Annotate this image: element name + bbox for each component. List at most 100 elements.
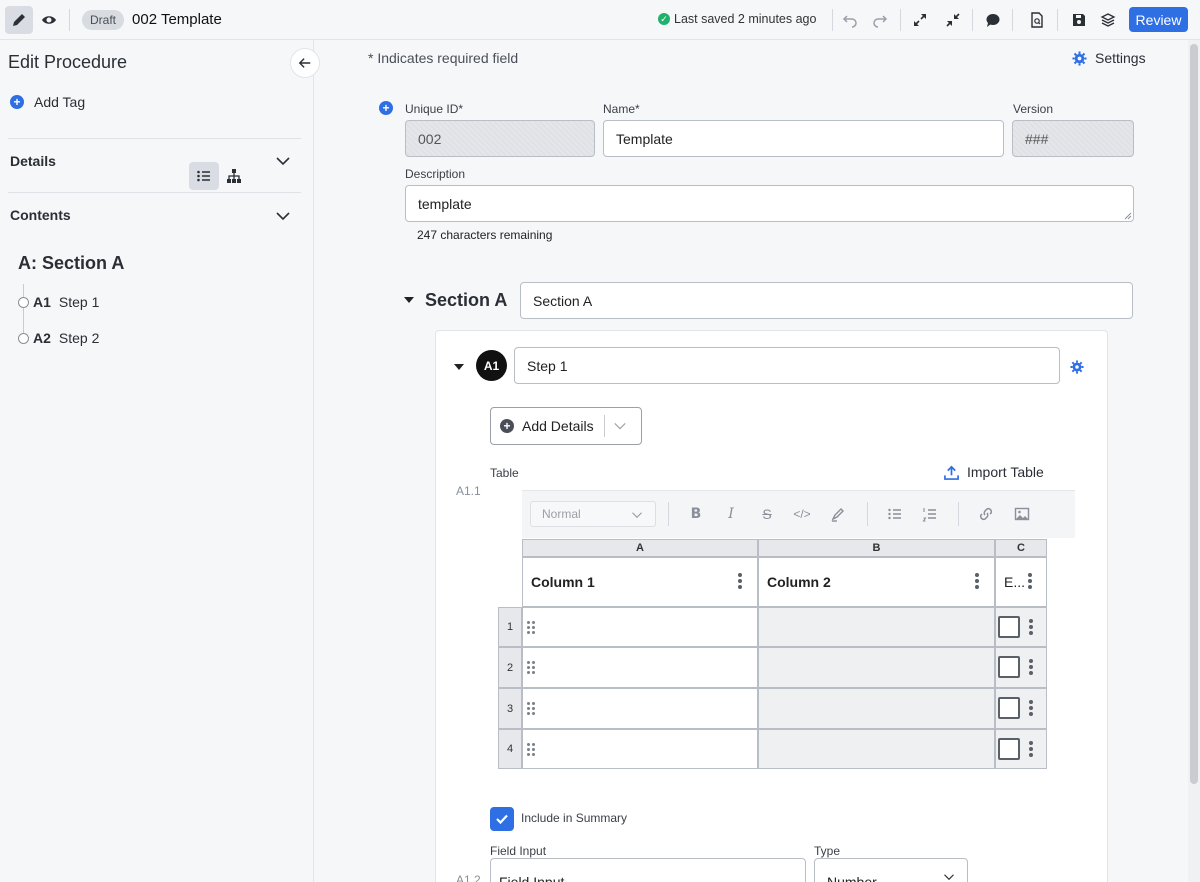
column-menu-icon[interactable] xyxy=(1028,573,1032,589)
collapse-sidebar-button[interactable] xyxy=(290,48,320,78)
layers-button[interactable] xyxy=(1094,6,1122,34)
section-name-input[interactable]: Section A xyxy=(520,282,1133,319)
outline-section-heading[interactable]: A: Section A xyxy=(18,253,124,274)
row-checkbox[interactable] xyxy=(998,656,1020,678)
row-menu-icon[interactable] xyxy=(1029,619,1033,635)
table-cell[interactable] xyxy=(522,607,758,647)
gear-icon[interactable] xyxy=(1070,360,1084,374)
table-cell[interactable] xyxy=(522,647,758,688)
review-button[interactable]: Review xyxy=(1129,7,1188,32)
file-search-icon xyxy=(1031,12,1043,28)
collapse-all-button[interactable] xyxy=(939,6,967,34)
preview-mode-button[interactable] xyxy=(35,6,63,34)
redo-button[interactable] xyxy=(866,6,894,34)
resize-handle-icon[interactable] xyxy=(1124,212,1132,220)
table-cell[interactable] xyxy=(758,607,995,647)
table-index: A1.1 xyxy=(456,484,481,498)
step-number-badge: A1 xyxy=(476,350,507,381)
scrollbar-thumb[interactable] xyxy=(1190,44,1198,784)
numbered-list-icon[interactable] xyxy=(922,506,938,522)
column-name-header[interactable]: Column 2 xyxy=(758,557,995,607)
drag-handle-icon[interactable] xyxy=(527,702,535,715)
bullet-list-icon[interactable] xyxy=(887,506,903,522)
details-section-toggle[interactable]: Details xyxy=(10,153,56,169)
outline-step-item[interactable]: A1 Step 1 xyxy=(18,294,99,310)
include-summary-checkbox[interactable] xyxy=(490,807,514,831)
drag-handle-icon[interactable] xyxy=(527,621,535,634)
drag-handle-icon[interactable] xyxy=(527,661,535,674)
italic-icon[interactable]: I xyxy=(723,506,739,522)
table-cell[interactable] xyxy=(758,647,995,688)
row-number[interactable]: 4 xyxy=(498,729,522,769)
upload-icon xyxy=(944,465,959,480)
include-summary-label: Include in Summary xyxy=(521,811,628,825)
row-checkbox[interactable] xyxy=(998,738,1020,760)
row-menu-icon[interactable] xyxy=(1029,700,1033,716)
column-letter-header[interactable]: B xyxy=(758,539,995,557)
type-select[interactable]: Number xyxy=(814,858,968,882)
toolbar-divider xyxy=(1012,9,1013,31)
bold-icon[interactable]: B xyxy=(688,506,704,522)
column-letter-header[interactable]: C xyxy=(995,539,1047,557)
outline-step-item[interactable]: A2 Step 2 xyxy=(18,330,99,346)
tree-view-icon[interactable] xyxy=(226,168,242,184)
unique-id-input[interactable]: 002 xyxy=(405,120,595,157)
list-icon xyxy=(197,170,210,182)
field-input-value: Field Input xyxy=(499,874,565,882)
row-checkbox[interactable] xyxy=(998,616,1020,638)
list-view-button[interactable] xyxy=(189,162,219,190)
column-name-header[interactable]: Column 1 xyxy=(522,557,758,607)
section-label: Section A xyxy=(425,290,508,310)
edit-mode-button[interactable] xyxy=(5,5,33,34)
caret-down-icon[interactable] xyxy=(404,297,414,303)
settings-label: Settings xyxy=(1095,50,1146,66)
document-search-button[interactable] xyxy=(1023,6,1051,34)
toolbar-divider xyxy=(69,8,70,31)
expand-icon xyxy=(914,14,926,26)
table-cell[interactable] xyxy=(522,688,758,729)
row-number[interactable]: 1 xyxy=(498,607,522,647)
undo-button[interactable] xyxy=(836,6,864,34)
column-name-header[interactable]: E... xyxy=(995,557,1047,607)
image-icon[interactable] xyxy=(1014,506,1030,522)
expand-all-button[interactable] xyxy=(906,6,934,34)
comments-button[interactable] xyxy=(979,6,1007,34)
code-icon[interactable]: </> xyxy=(793,506,810,522)
column-menu-icon[interactable] xyxy=(738,573,742,589)
row-number[interactable]: 3 xyxy=(498,688,522,729)
settings-button[interactable]: Settings xyxy=(1072,50,1146,66)
column-letter-header[interactable]: A xyxy=(522,539,758,557)
import-table-button[interactable]: Import Table xyxy=(944,464,1044,480)
add-tag-button[interactable]: + Add Tag xyxy=(10,94,85,110)
row-menu-icon[interactable] xyxy=(1029,741,1033,757)
add-details-label: Add Details xyxy=(522,418,594,434)
name-input[interactable]: Template xyxy=(603,120,1004,157)
field-input-name[interactable]: Field Input xyxy=(490,858,806,882)
checkmark-icon xyxy=(496,814,508,825)
toolbar-divider xyxy=(867,502,868,526)
table-cell[interactable] xyxy=(758,688,995,729)
chevron-down-icon[interactable] xyxy=(275,208,291,224)
table-cell[interactable] xyxy=(522,729,758,769)
chevron-down-icon[interactable] xyxy=(613,419,627,433)
save-button[interactable] xyxy=(1065,6,1093,34)
caret-down-icon[interactable] xyxy=(454,364,464,370)
column-menu-icon[interactable] xyxy=(975,573,979,589)
row-menu-icon[interactable] xyxy=(1029,659,1033,675)
version-input[interactable]: ### xyxy=(1012,120,1134,157)
row-number[interactable]: 2 xyxy=(498,647,522,688)
drag-handle-icon[interactable] xyxy=(527,743,535,756)
row-checkbox[interactable] xyxy=(998,697,1020,719)
step-name-input[interactable]: Step 1 xyxy=(514,347,1060,384)
plus-circle-icon[interactable]: + xyxy=(379,101,393,115)
column-name: E... xyxy=(1004,574,1026,590)
link-icon[interactable] xyxy=(978,506,994,522)
text-style-select[interactable]: Normal xyxy=(530,501,656,527)
add-details-button[interactable]: + Add Details xyxy=(490,407,642,445)
description-textarea[interactable]: template xyxy=(405,185,1134,222)
toolbar-divider xyxy=(900,9,901,31)
highlighter-icon[interactable] xyxy=(830,506,846,522)
chevron-down-icon[interactable] xyxy=(275,153,291,169)
table-cell[interactable] xyxy=(758,729,995,769)
strikethrough-icon[interactable]: S xyxy=(759,506,775,522)
